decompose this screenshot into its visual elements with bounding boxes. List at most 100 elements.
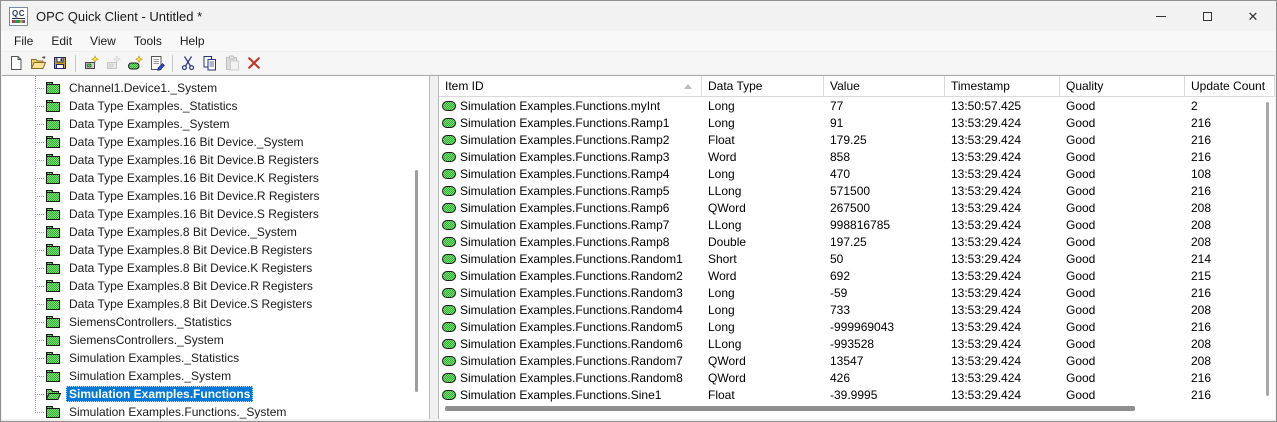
timestamp-cell: 13:53:29.424 [951, 353, 1022, 368]
column-header-update-count[interactable]: Update Count [1185, 76, 1275, 96]
item-id-cell: Simulation Examples.Functions.Sine1 [439, 386, 702, 403]
delete-button[interactable] [243, 53, 265, 73]
menu-bar: File Edit View Tools Help [1, 31, 1276, 52]
item-tag-icon [442, 220, 456, 230]
item-row[interactable]: Simulation Examples.Functions.Random4 Lo… [439, 301, 1275, 318]
item-id-text: Simulation Examples.Functions.Ramp1 [460, 115, 670, 130]
pane-splitter[interactable] [430, 76, 438, 419]
title-bar[interactable]: QC OPC Quick Client - Untitled * ✕ [1, 1, 1276, 31]
tree-item-label: Data Type Examples.16 Bit Device.K Regis… [69, 171, 319, 185]
update-count-cell: 216 [1191, 285, 1212, 300]
item-row[interactable]: Simulation Examples.Functions.Random6 LL… [439, 335, 1275, 352]
tree-item[interactable]: Data Type Examples._System [2, 115, 429, 133]
tree-item[interactable]: Simulation Examples.Functions._System [2, 403, 429, 419]
folder-icon [45, 351, 61, 365]
minimize-button[interactable] [1138, 1, 1184, 31]
save-file-button[interactable] [49, 53, 71, 73]
item-row[interactable]: Simulation Examples.Functions.Ramp4 Long… [439, 165, 1275, 182]
menu-file[interactable]: File [5, 32, 42, 50]
item-row[interactable]: Simulation Examples.Functions.myInt Long… [439, 97, 1275, 114]
column-header-value[interactable]: Value [824, 76, 945, 96]
item-row[interactable]: Simulation Examples.Functions.Random2 Wo… [439, 267, 1275, 284]
menu-view[interactable]: View [81, 32, 125, 50]
tree-item[interactable]: Data Type Examples.16 Bit Device.K Regis… [2, 169, 429, 187]
tree-item[interactable]: Data Type Examples.16 Bit Device.R Regis… [2, 187, 429, 205]
open-file-button[interactable] [27, 53, 49, 73]
tree-item[interactable]: Data Type Examples._Statistics [2, 97, 429, 115]
tree-item[interactable]: Data Type Examples.8 Bit Device.S Regist… [2, 295, 429, 313]
minimize-icon [1156, 15, 1166, 17]
item-row[interactable]: Simulation Examples.Functions.Random1 Sh… [439, 250, 1275, 267]
data-type-cell: Double [708, 234, 747, 249]
data-type-cell: Long [708, 285, 735, 300]
properties-button[interactable] [146, 53, 168, 73]
item-tag-icon [442, 339, 456, 349]
update-count-cell: 208 [1191, 217, 1212, 232]
value-cell: 571500 [830, 183, 871, 198]
folder-icon [45, 171, 61, 185]
tree-item[interactable]: Data Type Examples.8 Bit Device._System [2, 223, 429, 241]
update-count-cell: 108 [1191, 166, 1212, 181]
item-id-text: Simulation Examples.Functions.Random1 [460, 251, 683, 266]
column-header-quality[interactable]: Quality [1060, 76, 1185, 96]
tree-item[interactable]: Data Type Examples.16 Bit Device.S Regis… [2, 205, 429, 223]
menu-edit[interactable]: Edit [42, 32, 81, 50]
item-id-text: Simulation Examples.Functions.Ramp7 [460, 217, 670, 232]
tree-item[interactable]: SiemensControllers._System [2, 331, 429, 349]
item-row[interactable]: Simulation Examples.Functions.Random3 Lo… [439, 284, 1275, 301]
list-header-row: Item ID Data Type Value Timestamp Qualit… [439, 76, 1275, 97]
item-row[interactable]: Simulation Examples.Functions.Ramp7 LLon… [439, 216, 1275, 233]
item-row[interactable]: Simulation Examples.Functions.Ramp5 LLon… [439, 182, 1275, 199]
item-tag-icon [442, 373, 456, 383]
list-vertical-scrollbar[interactable] [1266, 102, 1269, 396]
new-item-button[interactable] [124, 53, 146, 73]
data-type-cell: LLong [708, 183, 742, 198]
new-document-icon [8, 55, 24, 71]
tree-vertical-scrollbar[interactable] [415, 170, 418, 392]
column-header-item-id[interactable]: Item ID [439, 76, 702, 96]
item-row[interactable]: Simulation Examples.Functions.Ramp1 Long… [439, 114, 1275, 131]
tree-item[interactable]: Data Type Examples.8 Bit Device.B Regist… [2, 241, 429, 259]
item-row[interactable]: Simulation Examples.Functions.Random8 QW… [439, 369, 1275, 386]
folder-icon [45, 81, 61, 95]
tree-item[interactable]: Simulation Examples._Statistics [2, 349, 429, 367]
tree-item[interactable]: Simulation Examples._System [2, 367, 429, 385]
item-id-text: Simulation Examples.Functions.Ramp8 [460, 234, 670, 249]
folder-icon [45, 207, 61, 221]
item-row[interactable]: Simulation Examples.Functions.Ramp6 QWor… [439, 199, 1275, 216]
folder-icon [45, 405, 61, 419]
item-row[interactable]: Simulation Examples.Functions.Ramp2 Floa… [439, 131, 1275, 148]
cut-icon [180, 55, 196, 71]
tree-item[interactable]: Simulation Examples.Functions [2, 385, 429, 403]
tree-item[interactable]: SiemensControllers._Statistics [2, 313, 429, 331]
copy-button[interactable] [199, 53, 221, 73]
cut-button[interactable] [177, 53, 199, 73]
horizontal-scrollbar-thumb[interactable] [445, 406, 1136, 411]
tree-item[interactable]: Channel1.Device1._System [2, 79, 429, 97]
tree-item[interactable]: Data Type Examples.16 Bit Device.B Regis… [2, 151, 429, 169]
new-group-button[interactable] [102, 53, 124, 73]
maximize-button[interactable] [1184, 1, 1230, 31]
quality-cell: Good [1066, 217, 1096, 232]
paste-button[interactable] [221, 53, 243, 73]
item-row[interactable]: Simulation Examples.Functions.Random7 QW… [439, 352, 1275, 369]
item-row[interactable]: Simulation Examples.Functions.Ramp8 Doub… [439, 233, 1275, 250]
tree-item[interactable]: Data Type Examples.16 Bit Device._System [2, 133, 429, 151]
column-header-data-type[interactable]: Data Type [702, 76, 824, 96]
tree-item[interactable]: Data Type Examples.8 Bit Device.K Regist… [2, 259, 429, 277]
item-row[interactable]: Simulation Examples.Functions.Ramp3 Word… [439, 148, 1275, 165]
new-server-connection-button[interactable] [80, 53, 102, 73]
value-cell: 470 [830, 166, 851, 181]
tree-item[interactable]: Data Type Examples.8 Bit Device.R Regist… [2, 277, 429, 295]
column-header-timestamp[interactable]: Timestamp [945, 76, 1060, 96]
close-button[interactable]: ✕ [1230, 1, 1276, 31]
list-body: Simulation Examples.Functions.myInt Long… [439, 97, 1275, 403]
menu-tools[interactable]: Tools [125, 32, 171, 50]
item-row[interactable]: Simulation Examples.Functions.Sine1 Floa… [439, 386, 1275, 403]
item-row[interactable]: Simulation Examples.Functions.Random5 Lo… [439, 318, 1275, 335]
column-header-label: Update Count [1191, 79, 1266, 93]
new-document-button[interactable] [5, 53, 27, 73]
menu-help[interactable]: Help [171, 32, 214, 50]
item-id-cell: Simulation Examples.Functions.Random6 [439, 335, 702, 352]
list-horizontal-scrollbar[interactable] [445, 406, 1257, 411]
